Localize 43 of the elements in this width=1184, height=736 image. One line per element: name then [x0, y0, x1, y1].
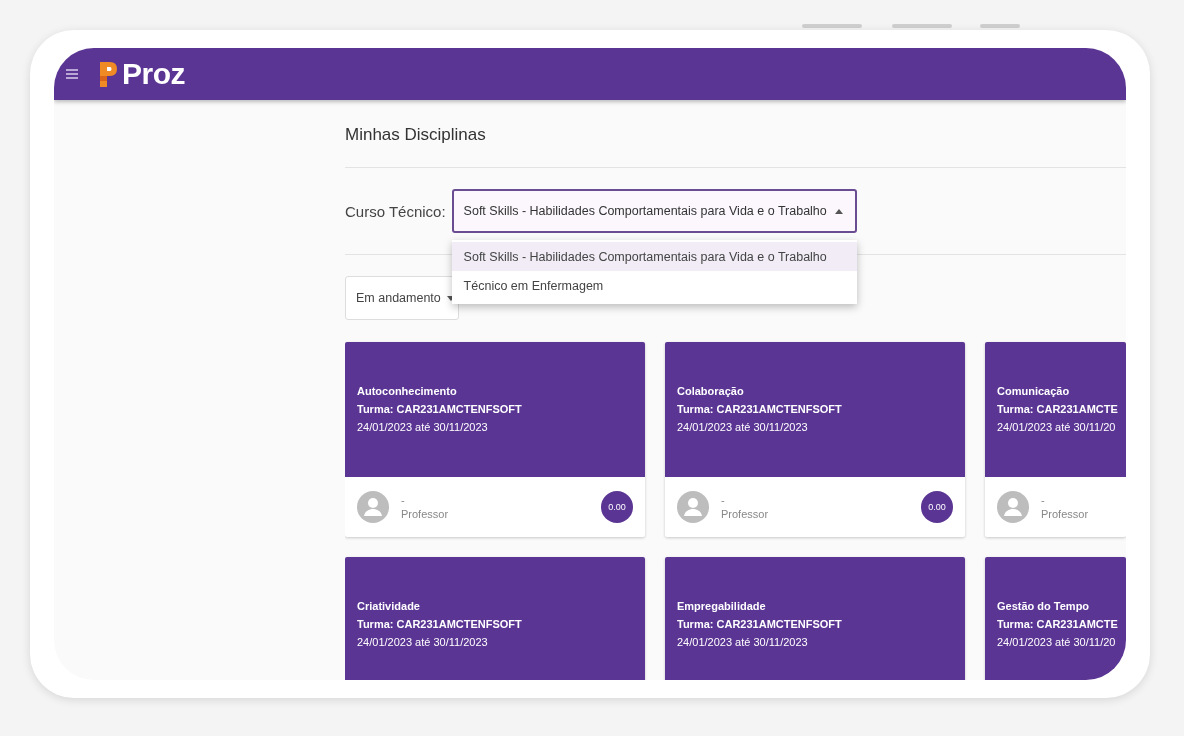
field-label: Curso Técnico:	[345, 202, 446, 220]
dropdown-option[interactable]: Soft Skills - Habilidades Comportamentais para Vida e o Trabalho	[451, 242, 857, 271]
course-title: Colaboração	[677, 384, 745, 398]
course-select[interactable]: Soft Skills - Habilidades Comportamentais para Vida e o Trabalho	[451, 189, 857, 233]
logo-icon	[98, 60, 118, 88]
course-dates: 24/01/2023 até 30/11/2023	[357, 420, 489, 434]
avatar-icon	[997, 491, 1029, 523]
professor-role: Professor	[1041, 508, 1090, 520]
professor-name: -	[1041, 494, 1046, 506]
professor-role: Professor	[401, 508, 450, 520]
menu-icon[interactable]	[66, 69, 78, 79]
course-dates: 24/01/2023 até 30/11/20	[997, 420, 1114, 434]
course-title: Autoconhecimento	[357, 384, 458, 398]
course-title: Comunicação	[997, 384, 1071, 398]
course-card[interactable]: Empregabilidade Turma: CAR231AMCTENFSOFT 24/01/2023 até 30/11/2023	[665, 557, 965, 680]
professor-role: Professor	[721, 508, 770, 520]
professor-name: -	[721, 494, 726, 506]
logo-text: Proz	[122, 57, 185, 91]
course-card[interactable]: Autoconhecimento Turma: CAR231AMCTENFSOFT 24/01/2023 até 30/11/2023 - Professor 0.00	[345, 342, 645, 537]
caret-icon	[446, 295, 455, 301]
avatar-icon	[357, 491, 389, 523]
class-code: Turma: CAR231AMCTENFSOFT	[357, 617, 523, 631]
status-filter[interactable]: Em andamento	[345, 276, 459, 320]
course-title: Empregabilidade	[677, 599, 767, 613]
course-card[interactable]: Comunicação Turma: CAR231AMCTE 24/01/2023 até 30/11/20 - Professor	[985, 342, 1126, 537]
course-card[interactable]: Colaboração Turma: CAR231AMCTENFSOFT 24/01/2023 até 30/11/2023 - Professor 0.00	[665, 342, 965, 537]
course-card[interactable]: Gestão do Tempo Turma: CAR231AMCTE 24/01/2023 até 30/11/20	[985, 557, 1126, 680]
course-card[interactable]: Criatividade Turma: CAR231AMCTENFSOFT 24/01/2023 até 30/11/2023	[345, 557, 645, 680]
course-title: Gestão do Tempo	[997, 599, 1091, 613]
course-dates: 24/01/2023 até 30/11/20	[997, 635, 1114, 649]
course-dates: 24/01/2023 até 30/11/2023	[677, 635, 809, 649]
course-dates: 24/01/2023 até 30/11/2023	[357, 635, 489, 649]
class-code: Turma: CAR231AMCTENFSOFT	[677, 617, 843, 631]
grade-badge: 0.00	[601, 491, 633, 523]
caret-icon	[834, 208, 843, 214]
professor-name: -	[401, 494, 406, 506]
class-code: Turma: CAR231AMCTENFSOFT	[677, 402, 843, 416]
grade-badge: 0.00	[921, 491, 953, 523]
page-title: Minhas Disciplinas	[345, 124, 487, 146]
course-dates: 24/01/2023 até 30/11/2023	[677, 420, 809, 434]
class-code: Turma: CAR231AMCTENFSOFT	[357, 402, 523, 416]
course-title: Criatividade	[357, 599, 421, 613]
avatar-icon	[677, 491, 709, 523]
